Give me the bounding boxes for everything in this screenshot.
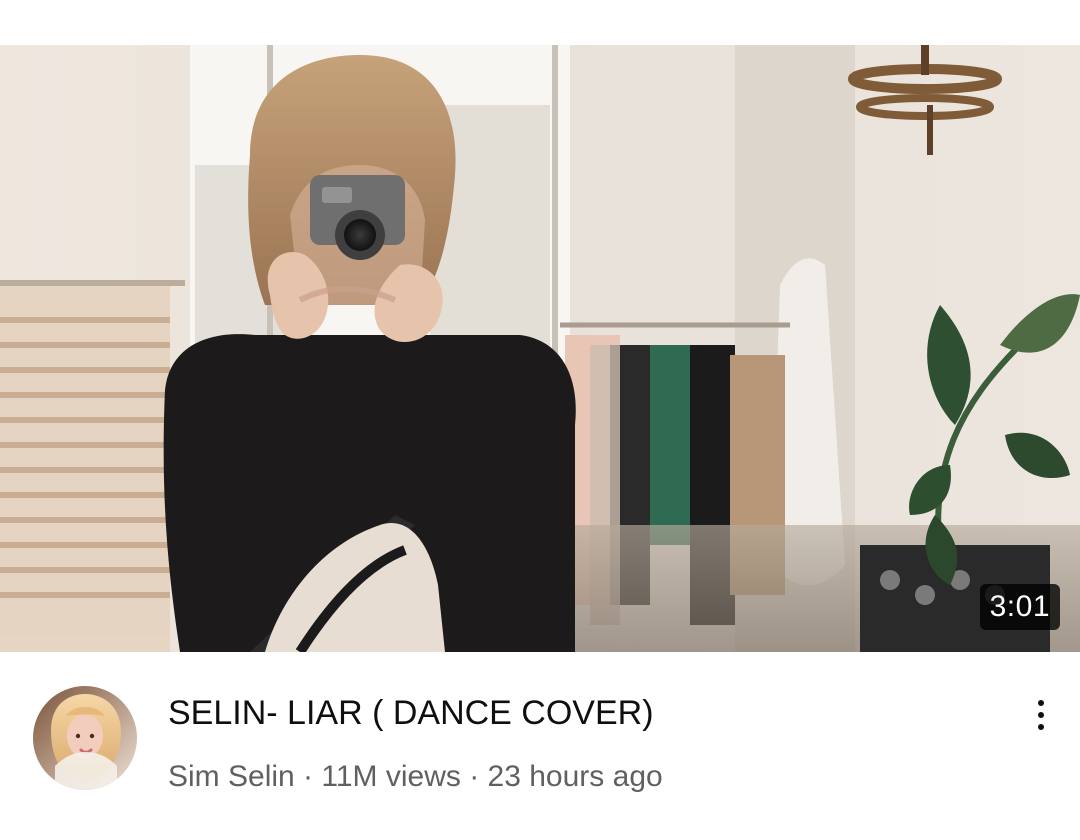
kebab-dot xyxy=(1038,700,1044,706)
video-title[interactable]: SELIN- LIAR ( DANCE COVER) xyxy=(168,692,988,734)
view-count: 11M views xyxy=(321,760,461,793)
avatar-image xyxy=(33,686,137,790)
thumbnail-image xyxy=(0,45,1080,652)
channel-name[interactable]: Sim Selin xyxy=(168,760,295,793)
kebab-dot xyxy=(1038,724,1044,730)
video-duration-badge: 3:01 xyxy=(979,584,1060,630)
video-thumbnail[interactable]: 3:01 xyxy=(0,45,1080,652)
separator: · xyxy=(294,760,322,793)
top-spacer xyxy=(0,0,1080,45)
more-vert-icon[interactable] xyxy=(1024,690,1058,740)
upload-age: 23 hours ago xyxy=(487,760,663,793)
kebab-dot xyxy=(1038,712,1044,718)
video-subline: Sim Selin · 11M views · 23 hours ago xyxy=(168,758,988,796)
separator: · xyxy=(460,760,488,793)
video-meta: SELIN- LIAR ( DANCE COVER) Sim Selin · 1… xyxy=(0,652,1080,840)
channel-avatar[interactable] xyxy=(33,686,137,790)
